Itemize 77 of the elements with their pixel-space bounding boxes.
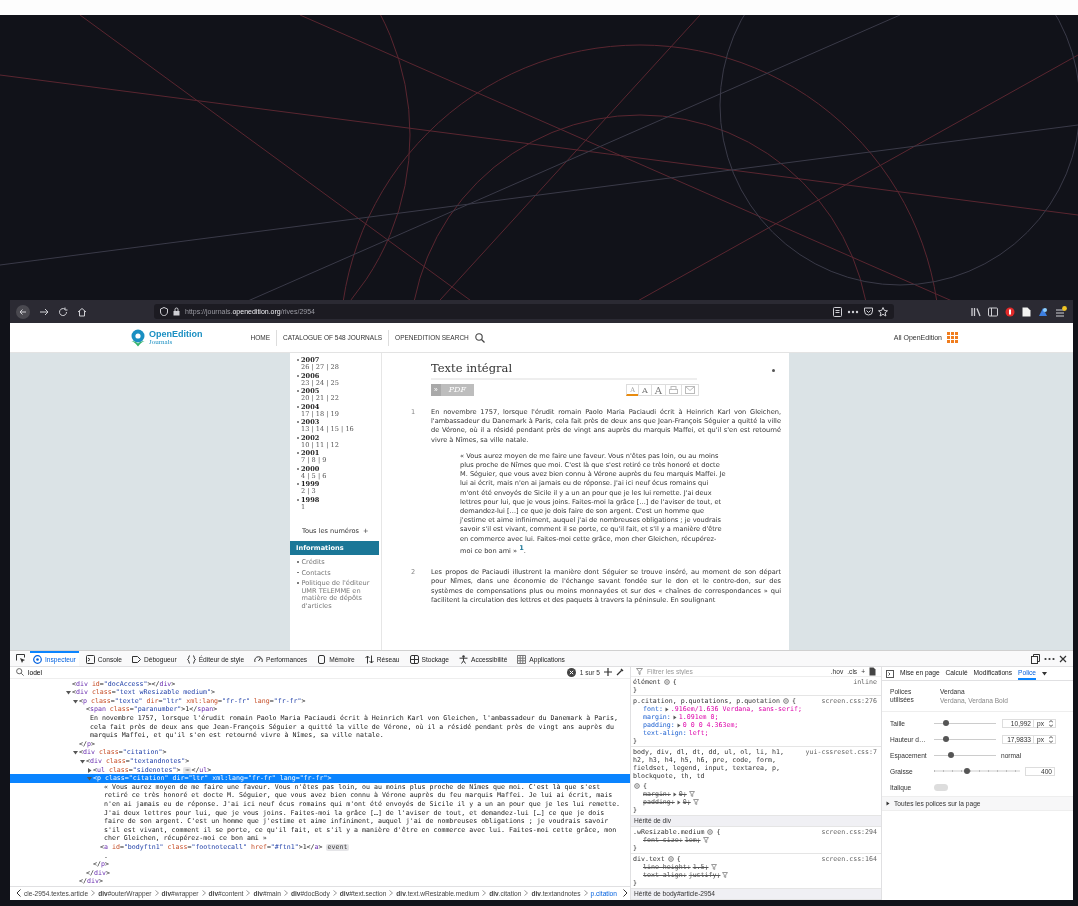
document-icon[interactable] — [869, 667, 876, 676]
slider-thumb[interactable] — [943, 720, 950, 726]
close-icon[interactable] — [1059, 654, 1067, 663]
toggle-switch[interactable] — [934, 783, 948, 791]
triangle-icon[interactable] — [86, 767, 92, 773]
toggle-pane-icon[interactable] — [886, 669, 894, 678]
spinner-icon — [1049, 719, 1053, 727]
section-title: Texte intégral — [431, 361, 697, 380]
gear-icon[interactable] — [707, 829, 714, 835]
scroll-right-icon[interactable] — [622, 889, 628, 898]
sidebar-icon[interactable] — [988, 306, 998, 317]
grid-icon — [517, 655, 527, 664]
element-picker-icon[interactable] — [16, 653, 26, 664]
eyedropper-icon[interactable] — [616, 668, 624, 677]
slider-thumb[interactable] — [947, 752, 954, 758]
search-icon — [16, 668, 24, 677]
triangle-icon[interactable] — [65, 690, 71, 696]
chevron-icon — [246, 890, 251, 897]
filter-icon[interactable] — [702, 837, 709, 843]
chevron-icon — [583, 890, 588, 897]
chevron-icon — [332, 890, 337, 897]
logo-icon[interactable] — [130, 328, 146, 347]
back-icon[interactable] — [16, 304, 30, 319]
printer-icon — [669, 385, 678, 395]
chip-icon — [317, 655, 327, 664]
extension-icon[interactable] — [1038, 306, 1048, 317]
more-icon[interactable] — [847, 309, 859, 314]
chevron-icon — [154, 890, 159, 897]
inspector-icon — [33, 655, 42, 664]
gear-icon[interactable] — [782, 698, 789, 704]
chevron-icon — [524, 890, 529, 897]
slider-thumb[interactable] — [963, 767, 970, 774]
chevron-icon — [389, 890, 394, 897]
home-icon[interactable] — [77, 306, 87, 317]
gear-icon[interactable] — [667, 856, 674, 862]
triangle-icon[interactable] — [886, 801, 890, 806]
slider-thumb[interactable] — [943, 736, 950, 742]
page-icon[interactable] — [1022, 306, 1031, 317]
add-icon[interactable] — [604, 668, 612, 677]
braces-icon — [186, 655, 196, 664]
apps-grid-icon[interactable] — [947, 332, 958, 343]
dot-icon — [772, 369, 775, 372]
chevron-icon — [201, 890, 206, 897]
caret-icon[interactable] — [1042, 671, 1048, 676]
dock-icon[interactable] — [1031, 653, 1040, 664]
person-icon — [459, 655, 469, 664]
pocket-icon[interactable] — [864, 307, 873, 316]
envelope-icon — [685, 386, 695, 394]
chevron-icon — [91, 890, 96, 897]
gear-icon[interactable] — [663, 679, 670, 685]
arrows-icon — [364, 655, 374, 664]
record-icon[interactable] — [1005, 306, 1015, 317]
filter-icon — [636, 668, 643, 675]
library-icon[interactable] — [971, 306, 981, 317]
search-icon[interactable] — [474, 332, 485, 343]
forward-icon[interactable] — [39, 306, 49, 317]
scroll-left-icon[interactable] — [16, 889, 21, 898]
gauge-icon — [254, 655, 264, 664]
terminal-icon — [85, 655, 95, 664]
chevron-icon — [482, 890, 487, 897]
more-icon[interactable] — [1044, 656, 1055, 661]
triangle-icon[interactable] — [79, 759, 85, 764]
lock-icon[interactable] — [173, 307, 180, 316]
reload-icon[interactable] — [58, 306, 68, 317]
chevron-icon — [283, 890, 288, 897]
logo-name[interactable]: OpenEdition — [149, 329, 203, 339]
reader-view-icon[interactable] — [833, 306, 842, 317]
spinner-icon — [1049, 735, 1053, 743]
tag-icon — [132, 655, 141, 664]
triangle-icon[interactable] — [72, 750, 78, 756]
database-icon — [409, 655, 419, 664]
triangle-icon[interactable] — [72, 698, 78, 704]
clear-icon[interactable] — [566, 667, 576, 677]
star-icon[interactable] — [878, 306, 888, 317]
menu-icon[interactable] — [1055, 305, 1067, 318]
gear-icon[interactable] — [634, 783, 640, 789]
shield-icon[interactable] — [160, 307, 168, 316]
